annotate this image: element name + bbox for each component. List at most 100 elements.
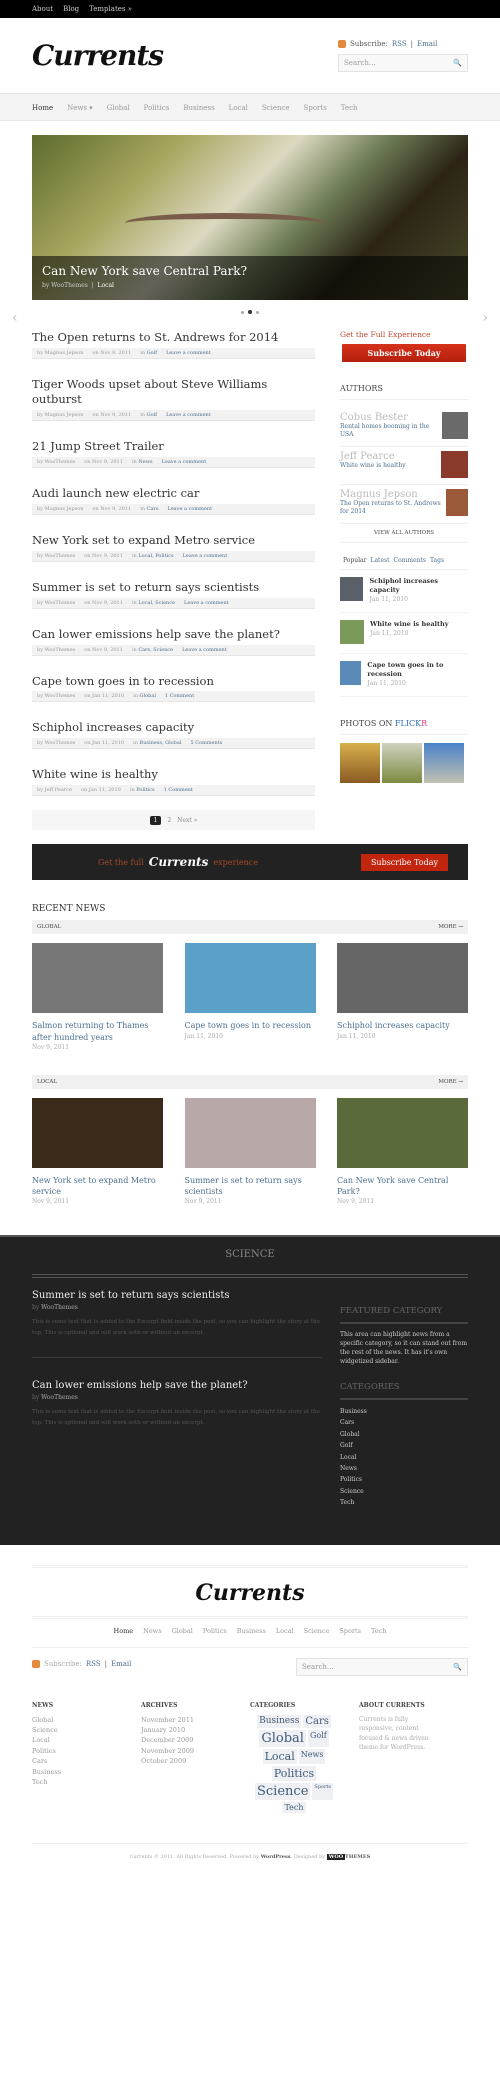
site-logo[interactable]: Currents (32, 39, 164, 72)
tab-comments[interactable]: Comments (394, 557, 427, 564)
category-link[interactable]: Business (340, 1406, 468, 1417)
footer-news-link[interactable]: Local (32, 1735, 141, 1745)
post-comments-link[interactable]: 5 Comments (190, 740, 222, 746)
search-icon[interactable]: 🔍 (453, 59, 462, 67)
author-latest-post[interactable]: Rental homes booming in the USA (340, 423, 442, 440)
footer-nav-item[interactable]: Sports (339, 1627, 361, 1635)
tag-link[interactable]: Golf (307, 1729, 329, 1747)
nav-sports[interactable]: Sports (304, 104, 327, 112)
author-name[interactable]: Cobus Bester (340, 412, 442, 423)
footer-search-input[interactable]: Search... 🔍 (296, 1657, 468, 1676)
nav-news[interactable]: News ▾ (67, 104, 93, 112)
nav-tech[interactable]: Tech (341, 104, 358, 112)
post-category-link[interactable]: Local, Politics (138, 553, 173, 559)
category-link[interactable]: Golf (340, 1440, 468, 1451)
footer-nav-item[interactable]: News (143, 1627, 161, 1635)
science-post-title[interactable]: Summer is set to return says scientists (32, 1290, 322, 1301)
post-author[interactable]: by WooThemes (37, 600, 75, 606)
popular-thumbnail[interactable] (340, 660, 362, 685)
author-name[interactable]: Magnus Jepson (340, 489, 446, 500)
footer-nav-item[interactable]: Home (114, 1627, 134, 1635)
nav-science[interactable]: Science (262, 104, 290, 112)
news-thumbnail[interactable] (337, 943, 468, 1014)
slider-dot[interactable] (241, 311, 244, 314)
news-thumbnail[interactable] (32, 943, 163, 1014)
more-link[interactable]: MORE → (438, 924, 463, 930)
rss-link[interactable]: RSS (392, 40, 407, 48)
tag-link[interactable]: Tech (282, 1801, 306, 1813)
footer-news-link[interactable]: Tech (32, 1777, 141, 1787)
search-icon[interactable]: 🔍 (453, 1663, 462, 1671)
post-author[interactable]: by WooThemes (37, 693, 75, 699)
post-comments-link[interactable]: Leave a comment (184, 600, 229, 606)
topbar-link-blog[interactable]: Blog (63, 5, 79, 13)
author-name[interactable]: Jeff Pearce (340, 451, 406, 462)
footer-nav-item[interactable]: Local (276, 1627, 294, 1635)
category-link[interactable]: Global (340, 1429, 468, 1440)
nav-local[interactable]: Local (229, 104, 248, 112)
post-author[interactable]: by WooThemes (37, 647, 75, 653)
category-link[interactable]: Tech (340, 1497, 468, 1508)
news-title[interactable]: Schiphol increases capacity (337, 1020, 468, 1031)
footer-nav-item[interactable]: Business (237, 1627, 266, 1635)
footer-news-link[interactable]: Science (32, 1725, 141, 1735)
tag-link[interactable]: News (298, 1748, 326, 1764)
post-comments-link[interactable]: Leave a comment (166, 350, 211, 356)
category-link[interactable]: News (340, 1463, 468, 1474)
science-post-title[interactable]: Can lower emissions help save the planet… (32, 1380, 322, 1391)
flickr-photo[interactable] (340, 742, 380, 783)
news-title[interactable]: Cape town goes in to recession (185, 1020, 316, 1031)
tag-link[interactable]: Local (262, 1748, 297, 1764)
slider-prev-arrow[interactable]: ‹ (12, 310, 18, 326)
topbar-link-templates[interactable]: Templates » (89, 5, 132, 13)
slider-dot[interactable] (256, 311, 259, 314)
post-title[interactable]: Cape town goes in to recession (32, 674, 315, 689)
post-category-link[interactable]: Golf (147, 412, 157, 418)
view-all-authors[interactable]: VIEW ALL AUTHORS (340, 524, 468, 543)
post-category-link[interactable]: Local, Science (138, 600, 175, 606)
footer-nav-item[interactable]: Tech (371, 1627, 387, 1635)
post-title[interactable]: New York set to expand Metro service (32, 533, 315, 548)
footer-nav-item[interactable]: Politics (203, 1627, 227, 1635)
post-comments-link[interactable]: Leave a comment (183, 553, 228, 559)
topbar-link-about[interactable]: About (32, 5, 53, 13)
science-post-author[interactable]: WooThemes (41, 1394, 78, 1401)
flickr-photo[interactable] (424, 742, 464, 783)
flickr-photo[interactable] (382, 742, 422, 783)
tag-link[interactable]: Cars (303, 1714, 331, 1728)
news-thumbnail[interactable] (337, 1097, 468, 1168)
news-thumbnail[interactable] (184, 1097, 316, 1168)
author-latest-post[interactable]: The Open returns to St. Andrews for 2014 (340, 500, 446, 517)
news-title[interactable]: Can New York save Central Park? (337, 1175, 468, 1197)
footer-rss-link[interactable]: RSS (86, 1660, 101, 1668)
post-category-link[interactable]: News (138, 459, 152, 465)
post-comments-link[interactable]: 1 Comment (165, 693, 194, 699)
post-comments-link[interactable]: 1 Comment (164, 787, 193, 793)
author-latest-post[interactable]: White wine is healthy (340, 462, 406, 470)
footer-nav-item[interactable]: Global (172, 1627, 193, 1635)
search-input[interactable]: Search... 🔍 (338, 53, 468, 72)
nav-global[interactable]: Global (107, 104, 130, 112)
footer-nav-item[interactable]: Science (304, 1627, 330, 1635)
page-1[interactable]: 1 (149, 815, 162, 825)
news-title[interactable]: Salmon returning to Thames after hundred… (32, 1020, 163, 1042)
footer-news-link[interactable]: Business (32, 1767, 141, 1777)
post-comments-link[interactable]: Leave a comment (166, 412, 211, 418)
post-title[interactable]: Tiger Woods upset about Steve Williams o… (32, 377, 315, 407)
footer-logo[interactable]: Currents (32, 1568, 468, 1616)
email-link[interactable]: Email (417, 40, 437, 48)
page-2[interactable]: 2 (167, 817, 171, 824)
post-title[interactable]: Schiphol increases capacity (32, 720, 315, 735)
footer-email-link[interactable]: Email (111, 1660, 131, 1668)
wordpress-link[interactable]: WordPress (261, 1854, 291, 1860)
archive-link[interactable]: October 2009 (141, 1756, 250, 1766)
post-title[interactable]: 21 Jump Street Trailer (32, 439, 315, 454)
archive-link[interactable]: December 2009 (141, 1735, 250, 1745)
popular-title[interactable]: Cape town goes in to recession (367, 661, 468, 679)
category-link[interactable]: Cars (340, 1417, 468, 1428)
footer-news-link[interactable]: Global (32, 1715, 141, 1725)
footer-news-link[interactable]: Cars (32, 1756, 141, 1766)
more-link[interactable]: MORE → (438, 1079, 463, 1085)
slider-next-arrow[interactable]: › (482, 310, 488, 326)
post-category-link[interactable]: Global (140, 693, 156, 699)
